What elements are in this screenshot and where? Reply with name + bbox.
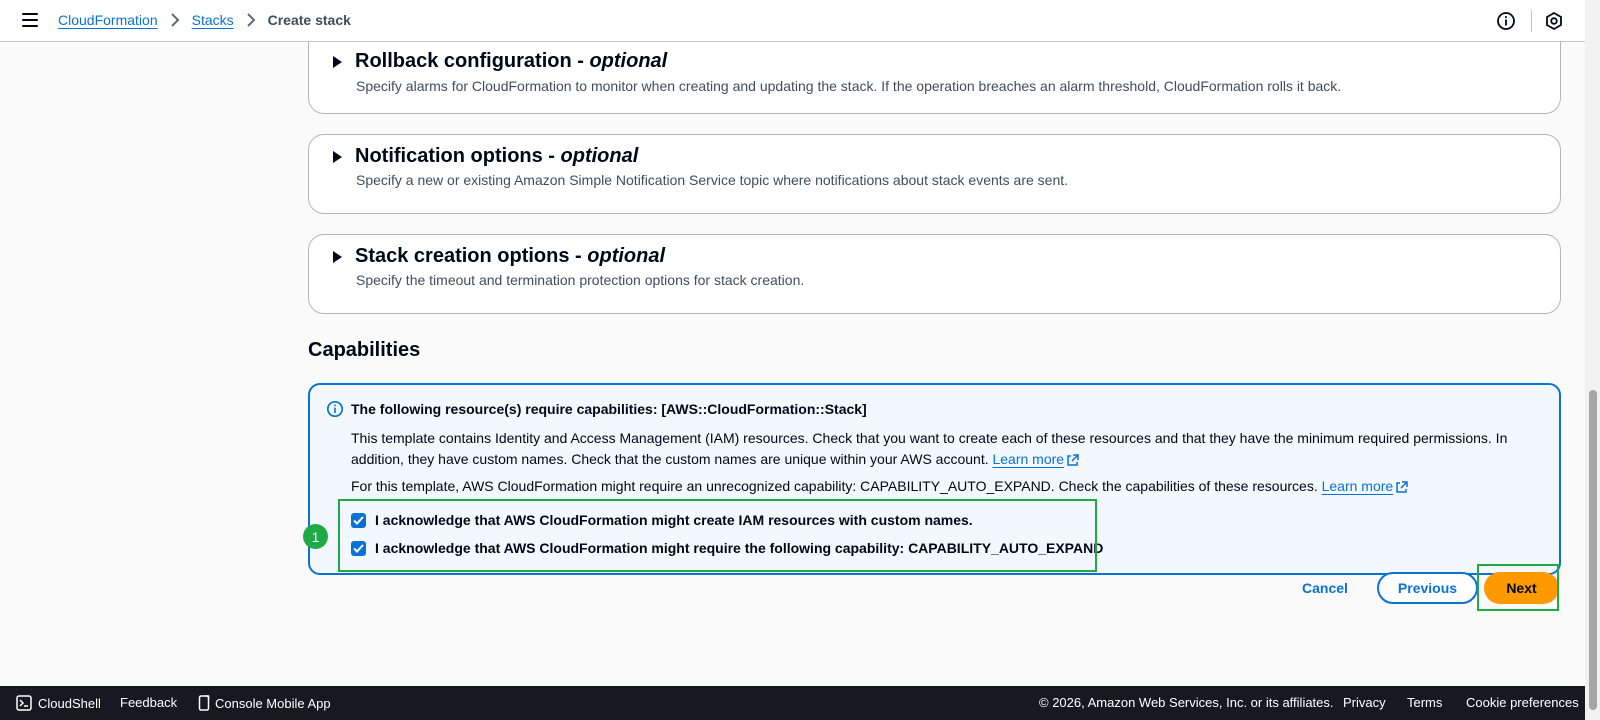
external-link-icon — [1396, 481, 1408, 493]
terms-label: Terms — [1407, 695, 1443, 710]
mobile-icon — [198, 695, 210, 711]
section-description: Specify alarms for CloudFormation to mon… — [356, 78, 1342, 94]
copyright-text: © 2026, Amazon Web Services, Inc. or its… — [1039, 695, 1334, 710]
cloudshell-button[interactable]: CloudShell — [16, 695, 101, 711]
caret-right-icon — [333, 55, 342, 68]
notification-options-toggle[interactable]: Notification options - optional — [331, 145, 638, 168]
scrollbar-thumb[interactable] — [1589, 390, 1597, 710]
external-link-icon — [1067, 454, 1079, 466]
info-icon[interactable] — [1496, 11, 1516, 31]
mobile-app-label: Console Mobile App — [215, 695, 331, 711]
step-marker-1: 1 — [303, 524, 328, 549]
optional-label: optional — [589, 50, 668, 72]
scrollbar[interactable] — [1585, 0, 1600, 720]
section-title: Stack creation options - — [355, 245, 588, 267]
optional-label: optional — [587, 245, 666, 267]
chevron-right-icon — [170, 13, 180, 27]
cookie-preferences-label: Cookie preferences — [1466, 695, 1579, 710]
highlight-box-acknowledgements — [338, 499, 1097, 572]
section-description: Specify a new or existing Amazon Simple … — [356, 172, 1069, 188]
learn-more-link[interactable]: Learn more — [992, 451, 1079, 467]
divider — [1531, 10, 1532, 32]
stack-creation-options-toggle[interactable]: Stack creation options - optional — [331, 245, 665, 268]
alert-text: This template contains Identity and Acce… — [351, 430, 1508, 467]
terminal-icon — [16, 695, 32, 711]
section-title: Rollback configuration - — [355, 50, 590, 72]
capabilities-alert: The following resource(s) require capabi… — [308, 383, 1561, 575]
terms-link[interactable]: Terms — [1407, 695, 1442, 710]
notification-options-panel: Notification options - optional Specify … — [308, 134, 1561, 214]
console-mobile-app-link[interactable]: Console Mobile App — [198, 695, 331, 711]
section-title: Notification options - — [355, 145, 561, 167]
feedback-link[interactable]: Feedback — [120, 695, 177, 710]
alert-title: The following resource(s) require capabi… — [351, 401, 867, 417]
previous-button[interactable]: Previous — [1377, 572, 1478, 604]
highlight-box-next — [1477, 564, 1559, 611]
breadcrumb: CloudFormation Stacks Create stack — [58, 12, 351, 28]
caret-right-icon — [333, 250, 342, 263]
rollback-configuration-panel: Rollback configuration - optional Specif… — [308, 42, 1561, 114]
info-icon — [326, 400, 344, 418]
breadcrumb-current: Create stack — [267, 12, 351, 28]
link-label: Learn more — [1321, 478, 1394, 494]
alert-text-capability: For this template, AWS CloudFormation mi… — [351, 476, 1541, 497]
chevron-right-icon — [246, 13, 256, 27]
section-description: Specify the timeout and termination prot… — [356, 272, 805, 288]
feedback-label: Feedback — [120, 695, 178, 710]
alert-text: For this template, AWS CloudFormation mi… — [351, 478, 1322, 494]
breadcrumb-stacks[interactable]: Stacks — [192, 12, 234, 28]
settings-icon[interactable] — [1544, 11, 1564, 31]
cloudshell-label: CloudShell — [38, 695, 101, 711]
alert-text-iam: This template contains Identity and Acce… — [351, 428, 1541, 470]
menu-icon[interactable] — [22, 13, 38, 27]
footer: CloudShell Feedback Console Mobile App ©… — [0, 686, 1585, 720]
stack-creation-options-panel: Stack creation options - optional Specif… — [308, 234, 1561, 314]
caret-right-icon — [333, 150, 342, 163]
rollback-configuration-toggle[interactable]: Rollback configuration - optional — [331, 50, 667, 73]
learn-more-link[interactable]: Learn more — [1322, 478, 1409, 494]
cancel-button[interactable]: Cancel — [1283, 572, 1367, 604]
link-label: Learn more — [992, 451, 1065, 467]
privacy-link[interactable]: Privacy — [1343, 695, 1386, 710]
top-navigation: CloudFormation Stacks Create stack — [0, 0, 1600, 42]
breadcrumb-cloudformation[interactable]: CloudFormation — [58, 12, 158, 28]
cookie-preferences-link[interactable]: Cookie preferences — [1466, 695, 1579, 710]
optional-label: optional — [560, 145, 639, 167]
capabilities-heading: Capabilities — [308, 339, 421, 361]
privacy-label: Privacy — [1343, 695, 1386, 710]
